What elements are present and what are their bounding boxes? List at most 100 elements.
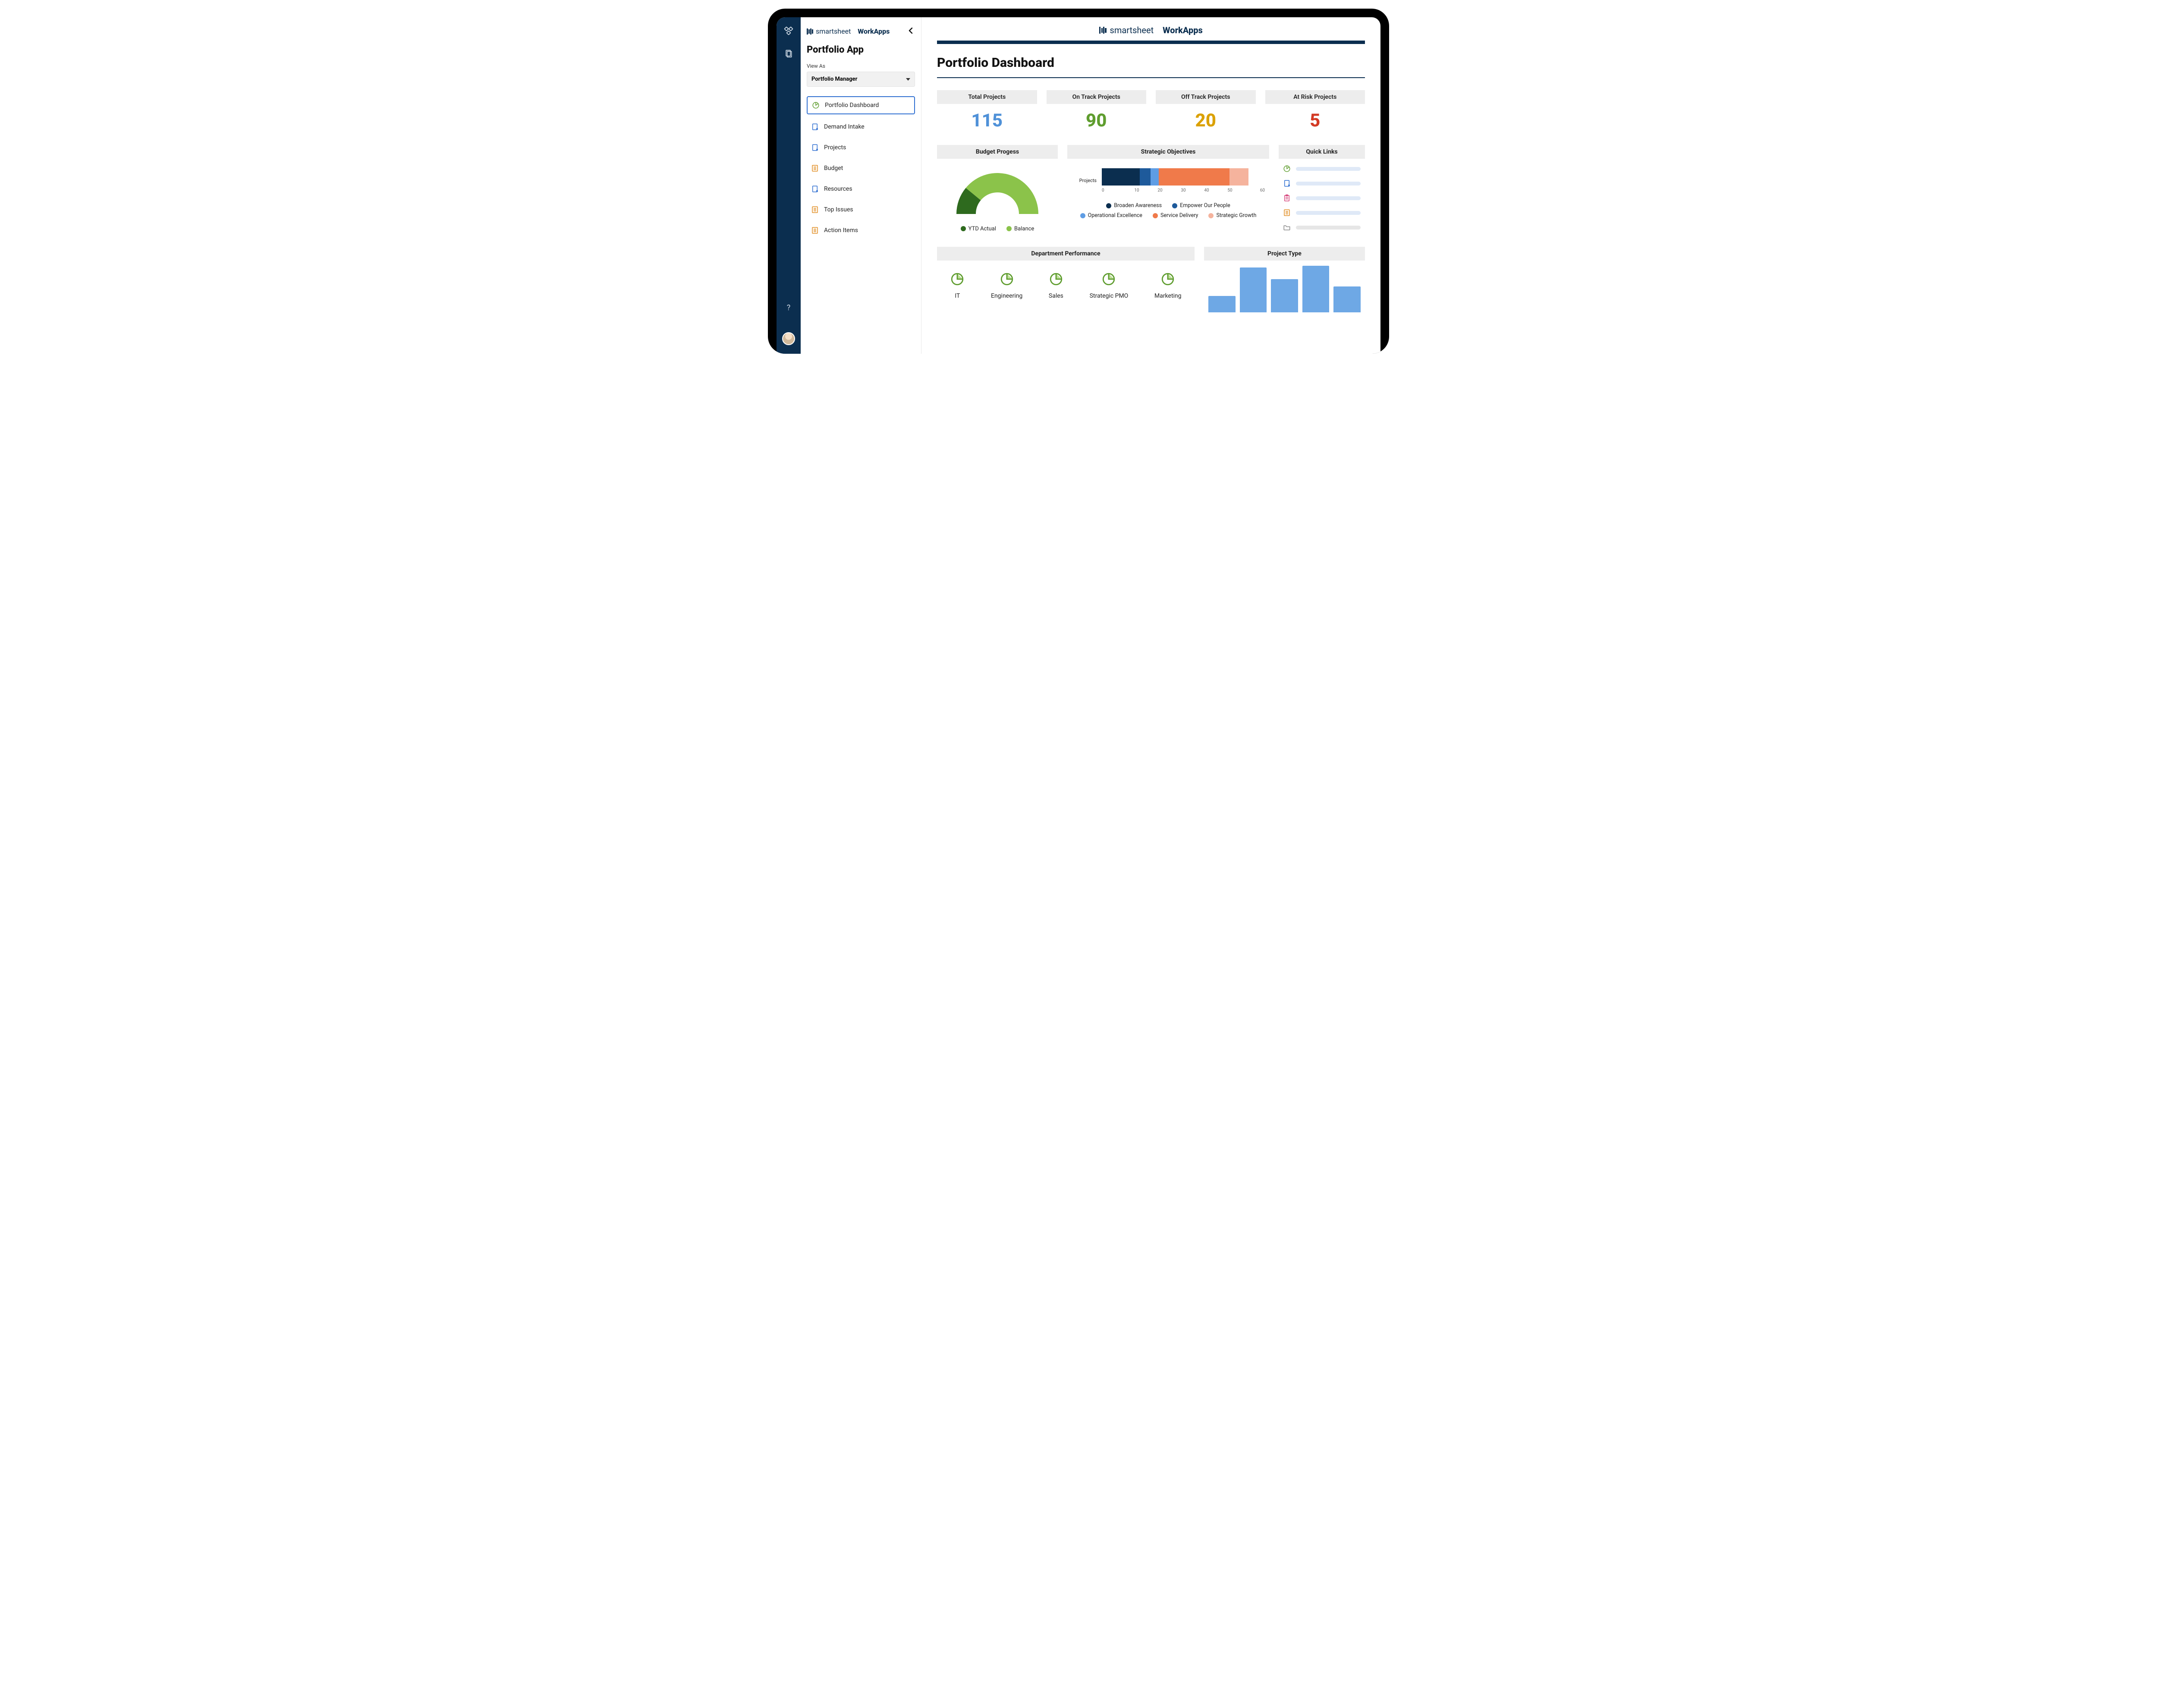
pie-chart-icon [1160, 272, 1175, 286]
sidebar-item-top-issues[interactable]: Top Issues [807, 201, 915, 218]
strategic-row-label: Projects [1072, 178, 1097, 183]
main-brand: smartsheet WorkApps [1099, 25, 1203, 35]
kpi-row: Total Projects 115 On Track Projects 90 Off … [937, 90, 1365, 131]
strategic-segment-broaden-awareness [1102, 168, 1140, 186]
app-title: Portfolio App [807, 44, 915, 55]
quick-link-item[interactable] [1283, 209, 1361, 217]
project-type-chart [1204, 261, 1365, 312]
folder-grey-icon [1283, 223, 1291, 231]
sidebar-item-label: Demand Intake [824, 123, 865, 130]
panel-budget-title: Budget Progess [937, 145, 1058, 159]
kpi-value: 90 [1047, 110, 1147, 131]
sidebar-item-action-items[interactable]: Action Items [807, 222, 915, 239]
panel-department-performance: Department Performance IT Engineering Sale… [937, 247, 1195, 312]
strategic-legend-broaden: Broaden Awareness [1106, 202, 1162, 209]
project-type-bar [1271, 279, 1298, 312]
project-type-bar [1208, 296, 1236, 313]
sidebar-item-label: Portfolio Dashboard [825, 102, 879, 109]
strategic-legend-opex: Operational Excellence [1080, 212, 1142, 219]
clipboard-pink-icon [1283, 194, 1291, 202]
app-rail: ? [777, 17, 801, 354]
view-as-value: Portfolio Manager [811, 76, 857, 82]
kpi-value: 20 [1156, 110, 1256, 131]
brand-light: smartsheet [816, 27, 851, 35]
device-frame: ? smartsheet WorkApps Portfolio App View… [768, 9, 1389, 354]
dept-item-engineering[interactable]: Engineering [991, 272, 1022, 299]
view-as-label: View As [807, 63, 915, 69]
quick-links-list [1279, 159, 1365, 231]
quick-link-placeholder [1296, 226, 1361, 230]
pie-chart-icon [1000, 272, 1014, 286]
content: Portfolio Dashboard Total Projects115On … [921, 44, 1380, 312]
rail-user-avatar[interactable] [782, 332, 795, 345]
main-area: smartsheet WorkApps Portfolio Dashboard … [921, 17, 1380, 354]
panel-dept-title: Department Performance [937, 247, 1195, 261]
sidebar-collapse-button[interactable] [906, 25, 915, 38]
quick-link-placeholder [1296, 196, 1361, 200]
quick-link-item[interactable] [1283, 165, 1361, 173]
panel-ptype-title: Project Type [1204, 247, 1365, 261]
project-type-bar [1302, 266, 1330, 312]
dept-label: Strategic PMO [1090, 293, 1129, 299]
dept-item-marketing[interactable]: Marketing [1154, 272, 1182, 299]
strategic-x-axis: 0102030405060 [1102, 188, 1265, 193]
sidebar-item-budget[interactable]: Budget [807, 160, 915, 176]
sidebar-nav: Portfolio Dashboard Demand Intake Projects… [807, 96, 915, 239]
pie-chart-icon [1049, 272, 1063, 286]
kpi-value: 115 [937, 110, 1037, 131]
strategic-legend-empower: Empower Our People [1172, 202, 1230, 209]
rail-help-button[interactable]: ? [787, 303, 791, 312]
chevron-down-icon [906, 78, 910, 81]
list-orange-icon [1283, 209, 1291, 217]
sheet-blue-icon [1283, 179, 1291, 187]
sidebar-item-projects[interactable]: Projects [807, 139, 915, 156]
smartsheet-logo-icon [1099, 27, 1106, 34]
kpi-label: Off Track Projects [1156, 90, 1256, 104]
list-orange-icon [811, 226, 819, 234]
sheet-blue-icon [811, 185, 819, 193]
quick-link-item[interactable] [1283, 223, 1361, 231]
rail-pages-icon[interactable] [783, 48, 794, 59]
dept-items: IT Engineering Sales Strategic PMO Marketing [937, 261, 1195, 299]
panel-budget-progress: Budget Progess YTD Actual Balance [937, 145, 1058, 232]
sidebar-brand: smartsheet WorkApps [807, 27, 890, 35]
page-divider [937, 77, 1365, 78]
sheet-blue-icon [811, 123, 819, 131]
kpi-at-risk-projects: At Risk Projects5 [1265, 90, 1365, 131]
sidebar-item-portfolio-dashboard[interactable]: Portfolio Dashboard [807, 96, 915, 114]
dept-label: Sales [1049, 293, 1063, 299]
strategic-legend-service: Service Delivery [1153, 212, 1198, 219]
dept-label: Engineering [991, 293, 1022, 299]
kpi-on-track-projects: On Track Projects 90 [1047, 90, 1147, 131]
kpi-label: On Track Projects [1047, 90, 1147, 104]
quick-link-item[interactable] [1283, 194, 1361, 202]
quick-link-placeholder [1296, 211, 1361, 215]
kpi-label: Total Projects [937, 90, 1037, 104]
pie-chart-icon [950, 272, 965, 286]
sidebar-item-label: Resources [824, 186, 852, 192]
sidebar-item-resources[interactable]: Resources [807, 181, 915, 197]
list-orange-icon [811, 206, 819, 214]
strategic-segment-empower-our-people [1140, 168, 1151, 186]
quick-link-item[interactable] [1283, 179, 1361, 187]
kpi-off-track-projects: Off Track Projects 20 [1156, 90, 1256, 131]
list-orange-icon [811, 164, 819, 172]
panel-strategic-title: Strategic Objectives [1067, 145, 1269, 159]
rail-apps-icon[interactable] [783, 26, 794, 36]
smartsheet-logo-icon [807, 28, 813, 35]
panel-quick-links: Quick Links [1279, 145, 1365, 232]
dept-item-strategic-pmo[interactable]: Strategic PMO [1090, 272, 1129, 299]
pie-green-icon [1283, 165, 1291, 173]
project-type-bar [1333, 286, 1361, 313]
view-as-select[interactable]: Portfolio Manager [807, 72, 915, 87]
main-header: smartsheet WorkApps [921, 17, 1380, 41]
dept-item-sales[interactable]: Sales [1049, 272, 1063, 299]
panel-strategic-objectives: Strategic Objectives Projects 0102030405… [1067, 145, 1269, 232]
sidebar-item-label: Projects [824, 144, 846, 151]
dept-item-it[interactable]: IT [950, 272, 965, 299]
header-divider [937, 41, 1365, 44]
sidebar-item-demand-intake[interactable]: Demand Intake [807, 119, 915, 135]
strategic-stacked-bar [1102, 168, 1248, 186]
sidebar-item-label: Top Issues [824, 206, 853, 213]
kpi-value: 5 [1265, 110, 1365, 131]
